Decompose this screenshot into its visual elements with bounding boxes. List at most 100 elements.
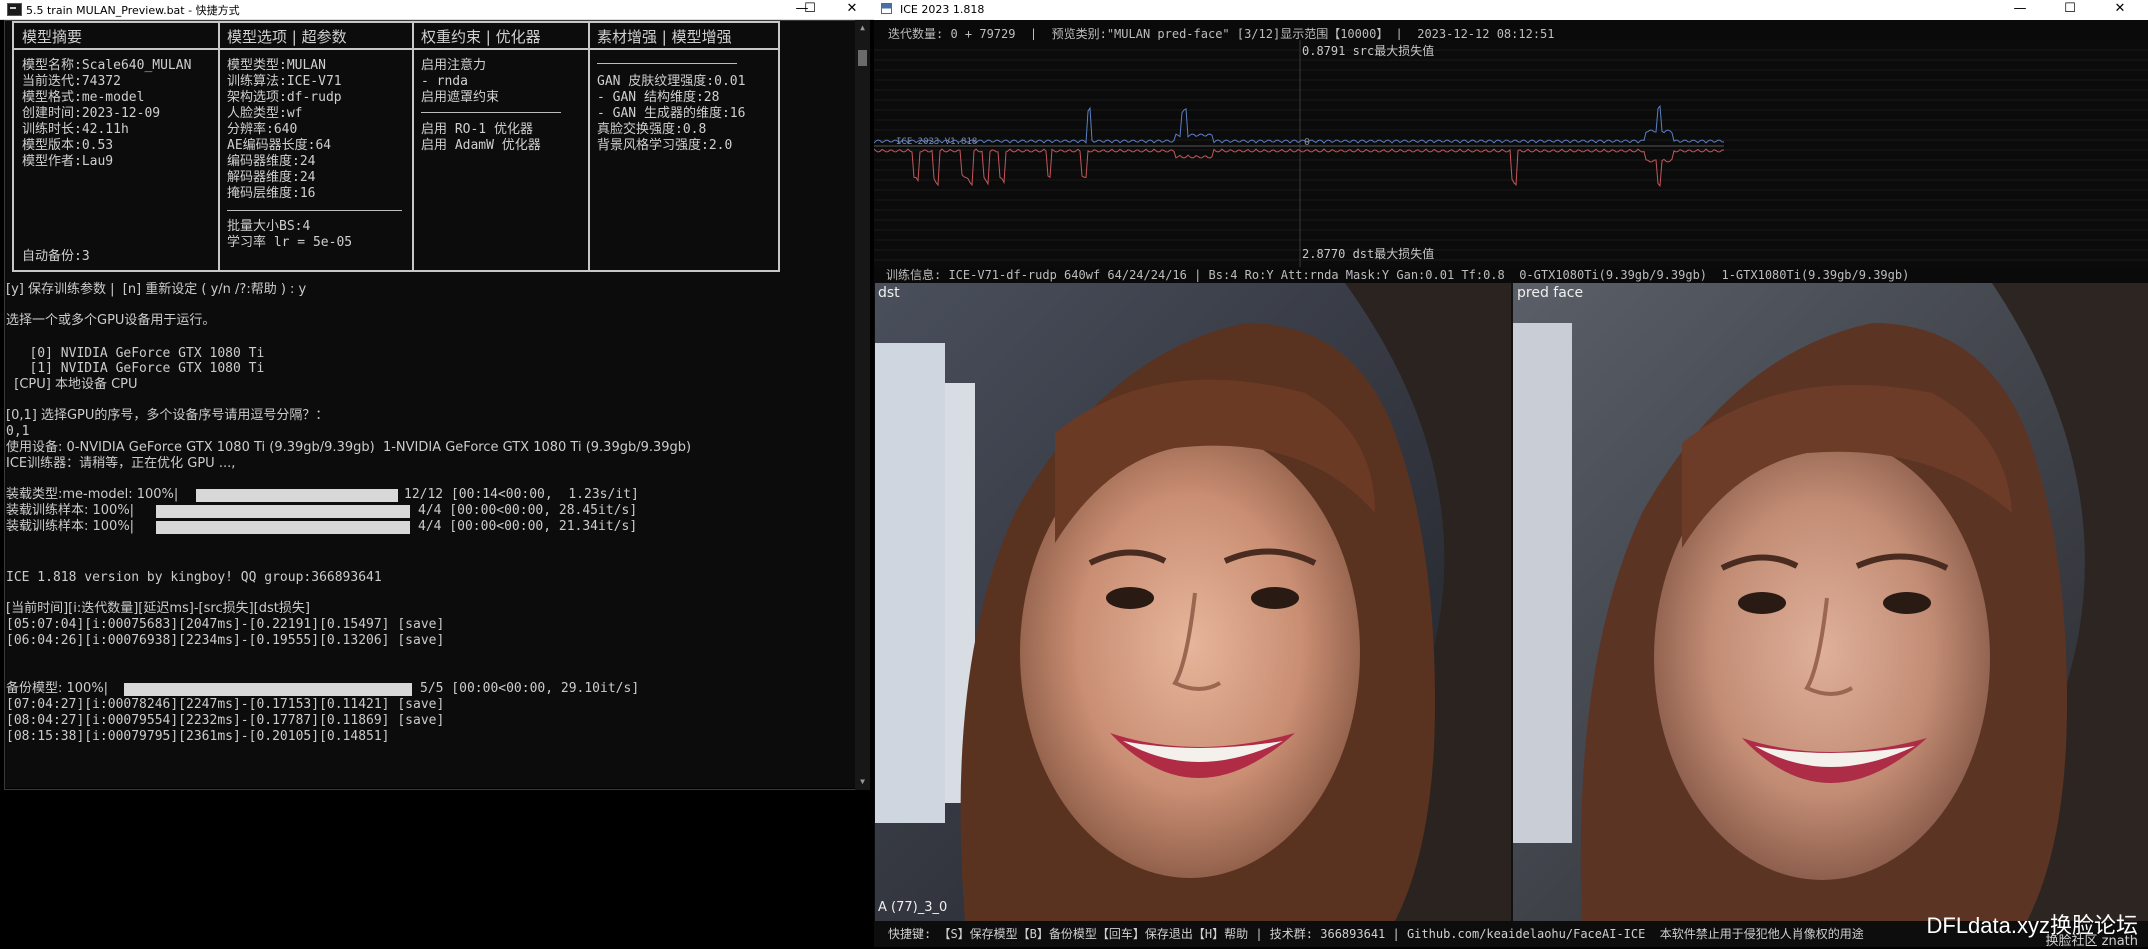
gpu-select-prompt: [0,1] 选择GPU的序号，多个设备序号请用逗号分隔？： <box>6 408 329 423</box>
load-sample-stats: 4/4 [00:00<00:00, 28.45it/s] <box>418 503 638 518</box>
backup-stats: 5/5 [00:00<00:00, 29.10it/s] <box>420 681 640 696</box>
divider <box>597 63 737 64</box>
summary-column: 模型名称:Scale640_MULAN 当前迭代:74372 模型格式:me-m… <box>22 58 191 170</box>
watermark-subtext: 换脸社区 znath <box>2045 934 2139 949</box>
optimizing-text: ICE训练器：请稍等，正在优化 GPU ..., <box>6 456 236 471</box>
console-scrollbar[interactable]: ▲ ▼ <box>855 20 870 790</box>
option-item: 人脸类型:wf <box>227 106 303 121</box>
column-divider <box>218 23 220 270</box>
graph-version-tag: ICE 2023 V1.818 <box>896 137 978 147</box>
preview-close-button[interactable]: ✕ <box>2100 0 2140 19</box>
option-item: 架构选项:df-rudp <box>227 90 342 105</box>
summary-item: 当前迭代:74372 <box>22 74 121 89</box>
preview-app-icon <box>881 3 892 14</box>
option-item: 训练算法:ICE-V71 <box>227 74 342 89</box>
dst-face-image <box>875 283 1512 921</box>
graph-zero-label: 0 <box>1304 137 1311 148</box>
log-line: [07:04:27][i:00078246][2247ms]-[0.17153]… <box>6 697 445 712</box>
dst-panel <box>875 283 1512 921</box>
augmentation-column: GAN 皮肤纹理强度:0.01 - GAN 结构维度:28 - GAN 生成器的… <box>597 74 745 154</box>
option-item: 模型类型:MULAN <box>227 58 326 73</box>
src-loss-line <box>874 104 1725 144</box>
backup-label: 备份模型: 100%| <box>6 681 109 696</box>
constraints-column: 启用注意力 - rnda 启用遮罩约束 <box>421 58 499 106</box>
optimizer-item: 启用 AdamW 优化器 <box>421 138 541 153</box>
constraint-item: 启用遮罩约束 <box>421 90 500 105</box>
header-model-options: 模型选项 | 超参数 <box>227 28 347 46</box>
model-summary-table: 模型摘要 模型选项 | 超参数 权重约束 | 优化器 素材增强 | 模型增强 模… <box>12 21 780 272</box>
constraint-item: - rnda <box>421 74 468 89</box>
console-title: 5.5 train MULAN_Preview.bat - 快捷方式 <box>26 4 240 17</box>
loss-graph-svg <box>874 40 2148 267</box>
batch-size: 批量大小BS:4 <box>227 219 311 234</box>
gpu-select-answer: 0,1 <box>6 424 30 439</box>
summary-item: 模型版本:0.53 <box>22 138 114 153</box>
divider <box>227 210 402 211</box>
optimizer-list: 启用 RO-1 优化器 启用 AdamW 优化器 <box>421 122 541 154</box>
console-close-button[interactable]: ✕ <box>832 0 872 19</box>
pred-face-panel <box>1512 283 2148 921</box>
divider <box>421 112 561 113</box>
frame-label: A (77)_3_0 <box>878 900 948 915</box>
dst-panel-label: dst <box>878 285 900 301</box>
augment-item: - GAN 结构维度:28 <box>597 90 720 105</box>
option-item: AE编码器长度:64 <box>227 138 332 153</box>
loss-graph: 0.8791 src最大损失值 2.8770 dst最大损失值 ICE 2023… <box>874 40 2148 267</box>
console-window: 5.5 train MULAN_Preview.bat - 快捷方式 — ☐ ✕… <box>0 0 874 947</box>
log-header: [当前时间][i:迭代数量][延迟ms]-[src损失][dst损失] <box>6 601 310 616</box>
load-sample-label: 装载训练样本: 100%| <box>6 519 135 534</box>
load-model-label: 装载类型:me-model: 100%| <box>6 487 179 502</box>
augment-item: - GAN 生成器的维度:16 <box>597 106 746 121</box>
console-titlebar[interactable]: 5.5 train MULAN_Preview.bat - 快捷方式 — <box>0 0 874 20</box>
scroll-down-icon[interactable]: ▼ <box>858 777 867 786</box>
preview-title: ICE 2023 1.818 <box>900 3 985 16</box>
preview-minimize-button[interactable]: — <box>2000 0 2040 19</box>
load-model-progress-bar <box>196 489 398 502</box>
load-model-stats: 12/12 [00:14<00:00, 1.23s/it] <box>404 487 639 502</box>
console-app-icon <box>7 3 22 16</box>
version-text: ICE 1.818 version by kingboy! QQ group:3… <box>6 570 382 585</box>
load-sample-stats: 4/4 [00:00<00:00, 21.34it/s] <box>418 519 638 534</box>
augment-item: 真脸交换强度:0.8 <box>597 122 707 137</box>
summary-item: 模型作者:Lau9 <box>22 154 114 169</box>
load-sample-progress-bar <box>156 505 410 518</box>
save-params-prompt: [y] 保存训练参数 | [n] 重新设定 ( y/n /?:帮助 ) : y <box>6 282 307 297</box>
gpu-option-1: [1] NVIDIA GeForce GTX 1080 Ti <box>6 361 265 376</box>
gpu-option-0: [0] NVIDIA GeForce GTX 1080 Ti <box>6 346 265 361</box>
auto-backup-value: 自动备份:3 <box>22 249 90 264</box>
learning-rate: 学习率 lr = 5e-05 <box>227 235 353 250</box>
constraint-item: 启用注意力 <box>421 58 487 73</box>
header-weight-constraints: 权重约束 | 优化器 <box>421 28 541 46</box>
hyperparams: 批量大小BS:4 学习率 lr = 5e-05 <box>227 219 352 251</box>
options-column: 模型类型:MULAN 训练算法:ICE-V71 架构选项:df-rudp 人脸类… <box>227 58 342 202</box>
panel-divider <box>1511 283 1513 921</box>
log-line: [08:15:38][i:00079795][2361ms]-[0.20105]… <box>6 729 390 744</box>
shortcut-help-text: 快捷键: 【S】保存模型【B】备份模型【回车】保存退出【H】帮助 | 技术群: … <box>888 927 1864 941</box>
option-item: 编码器维度:24 <box>227 154 316 169</box>
log-line: [06:04:26][i:00076938][2234ms]-[0.19555]… <box>6 633 445 648</box>
scroll-up-icon[interactable]: ▲ <box>858 23 867 32</box>
backup-progress-bar <box>124 683 412 696</box>
console-maximize-button[interactable]: ☐ <box>790 0 830 19</box>
column-divider <box>588 23 590 270</box>
augment-item: GAN 皮肤纹理强度:0.01 <box>597 74 746 89</box>
summary-item: 模型名称:Scale640_MULAN <box>22 58 192 73</box>
augment-item: 背景风格学习强度:2.0 <box>597 138 733 153</box>
summary-item: 创建时间:2023-12-09 <box>22 106 161 121</box>
preview-titlebar[interactable]: ICE 2023 1.818 — ☐ ✕ <box>874 0 2148 20</box>
dst-max-loss-label: 2.8770 dst最大损失值 <box>1302 247 1435 261</box>
log-line: [05:07:04][i:00075683][2047ms]-[0.22191]… <box>6 617 445 632</box>
option-item: 掩码层维度:16 <box>227 186 316 201</box>
pred-face-image <box>1512 283 2148 921</box>
src-max-loss-label: 0.8791 src最大损失值 <box>1302 44 1435 58</box>
optimizer-item: 启用 RO-1 优化器 <box>421 122 533 137</box>
header-model-summary: 模型摘要 <box>22 28 83 46</box>
pred-face-panel-label: pred face <box>1517 285 1584 301</box>
devices-used: 使用设备: 0-NVIDIA GeForce GTX 1080 Ti (9.39… <box>6 440 692 455</box>
preview-maximize-button[interactable]: ☐ <box>2050 0 2090 19</box>
gpu-option-cpu: [CPU] 本地设备 CPU <box>6 377 138 392</box>
column-divider <box>412 23 414 270</box>
load-sample-label: 装载训练样本: 100%| <box>6 503 135 518</box>
load-sample-progress-bar <box>156 521 410 534</box>
scrollbar-thumb[interactable] <box>858 50 867 66</box>
